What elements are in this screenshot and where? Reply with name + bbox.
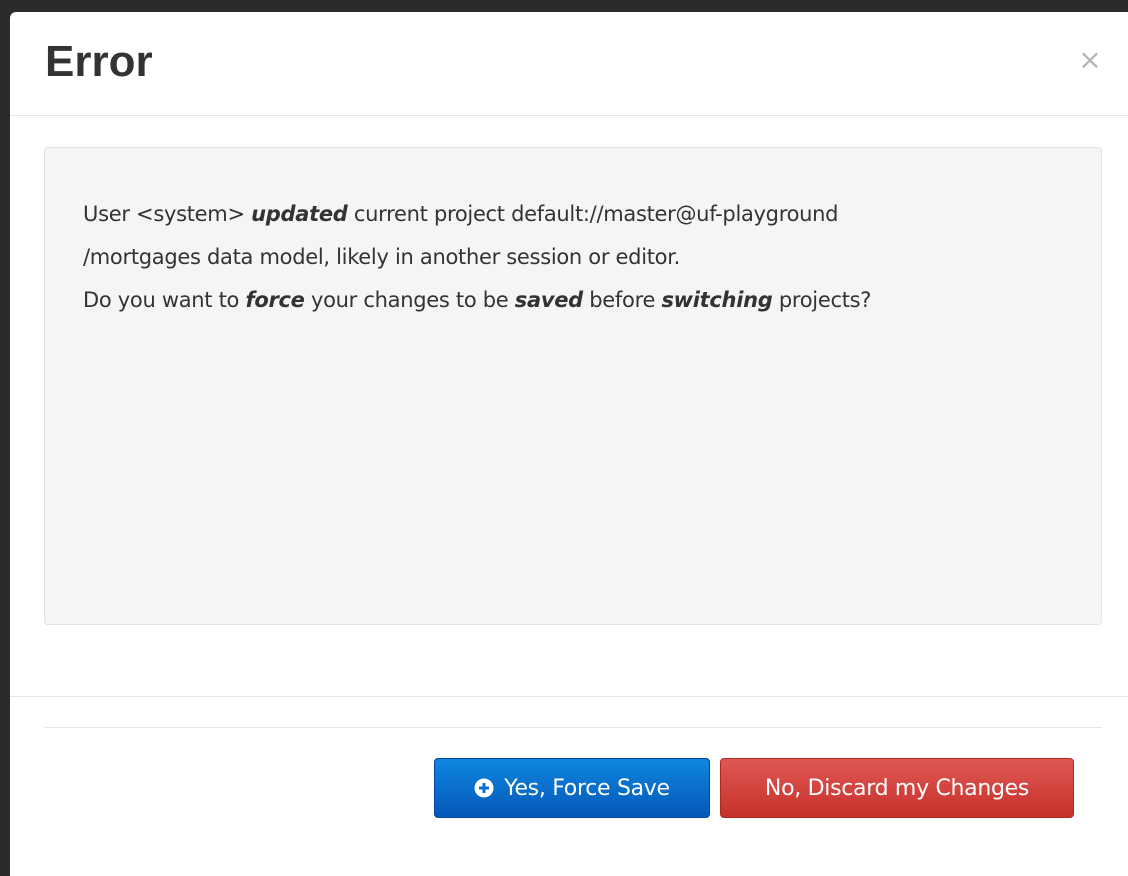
- discard-changes-label: No, Discard my Changes: [764, 775, 1030, 801]
- message-text-span: current project default://master@uf-play…: [347, 202, 839, 226]
- emphasis-force: force: [245, 288, 305, 312]
- message-line-1: User <system> updated current project de…: [83, 193, 1073, 236]
- message-panel: User <system> updated current project de…: [44, 147, 1102, 625]
- dialog-footer: Yes, Force Save No, Discard my Changes: [10, 696, 1128, 876]
- plus-circle-icon: [474, 778, 494, 798]
- error-dialog: Error × User <system> updated current pr…: [10, 12, 1128, 876]
- close-icon[interactable]: ×: [1076, 46, 1104, 74]
- force-save-label: Yes, Force Save: [504, 775, 670, 801]
- message-text-span: projects?: [772, 288, 872, 312]
- message-text-span: Do you want to: [83, 288, 246, 312]
- message-line-3: Do you want to force your changes to be …: [83, 279, 1073, 322]
- emphasis-switching: switching: [661, 288, 773, 312]
- discard-changes-button[interactable]: No, Discard my Changes: [720, 758, 1074, 818]
- emphasis-saved: saved: [514, 288, 583, 312]
- message-line-2: /mortgages data model, likely in another…: [83, 245, 681, 269]
- force-save-button[interactable]: Yes, Force Save: [434, 758, 710, 818]
- footer-divider: [44, 727, 1102, 728]
- message-text: User <system> updated current project de…: [83, 193, 1073, 322]
- emphasis-updated: updated: [251, 202, 348, 226]
- dialog-title: Error: [45, 37, 153, 86]
- dialog-header: Error ×: [10, 12, 1128, 116]
- message-text-span: before: [582, 288, 662, 312]
- message-text-span: User <system>: [83, 202, 252, 226]
- message-text-span: your changes to be: [304, 288, 515, 312]
